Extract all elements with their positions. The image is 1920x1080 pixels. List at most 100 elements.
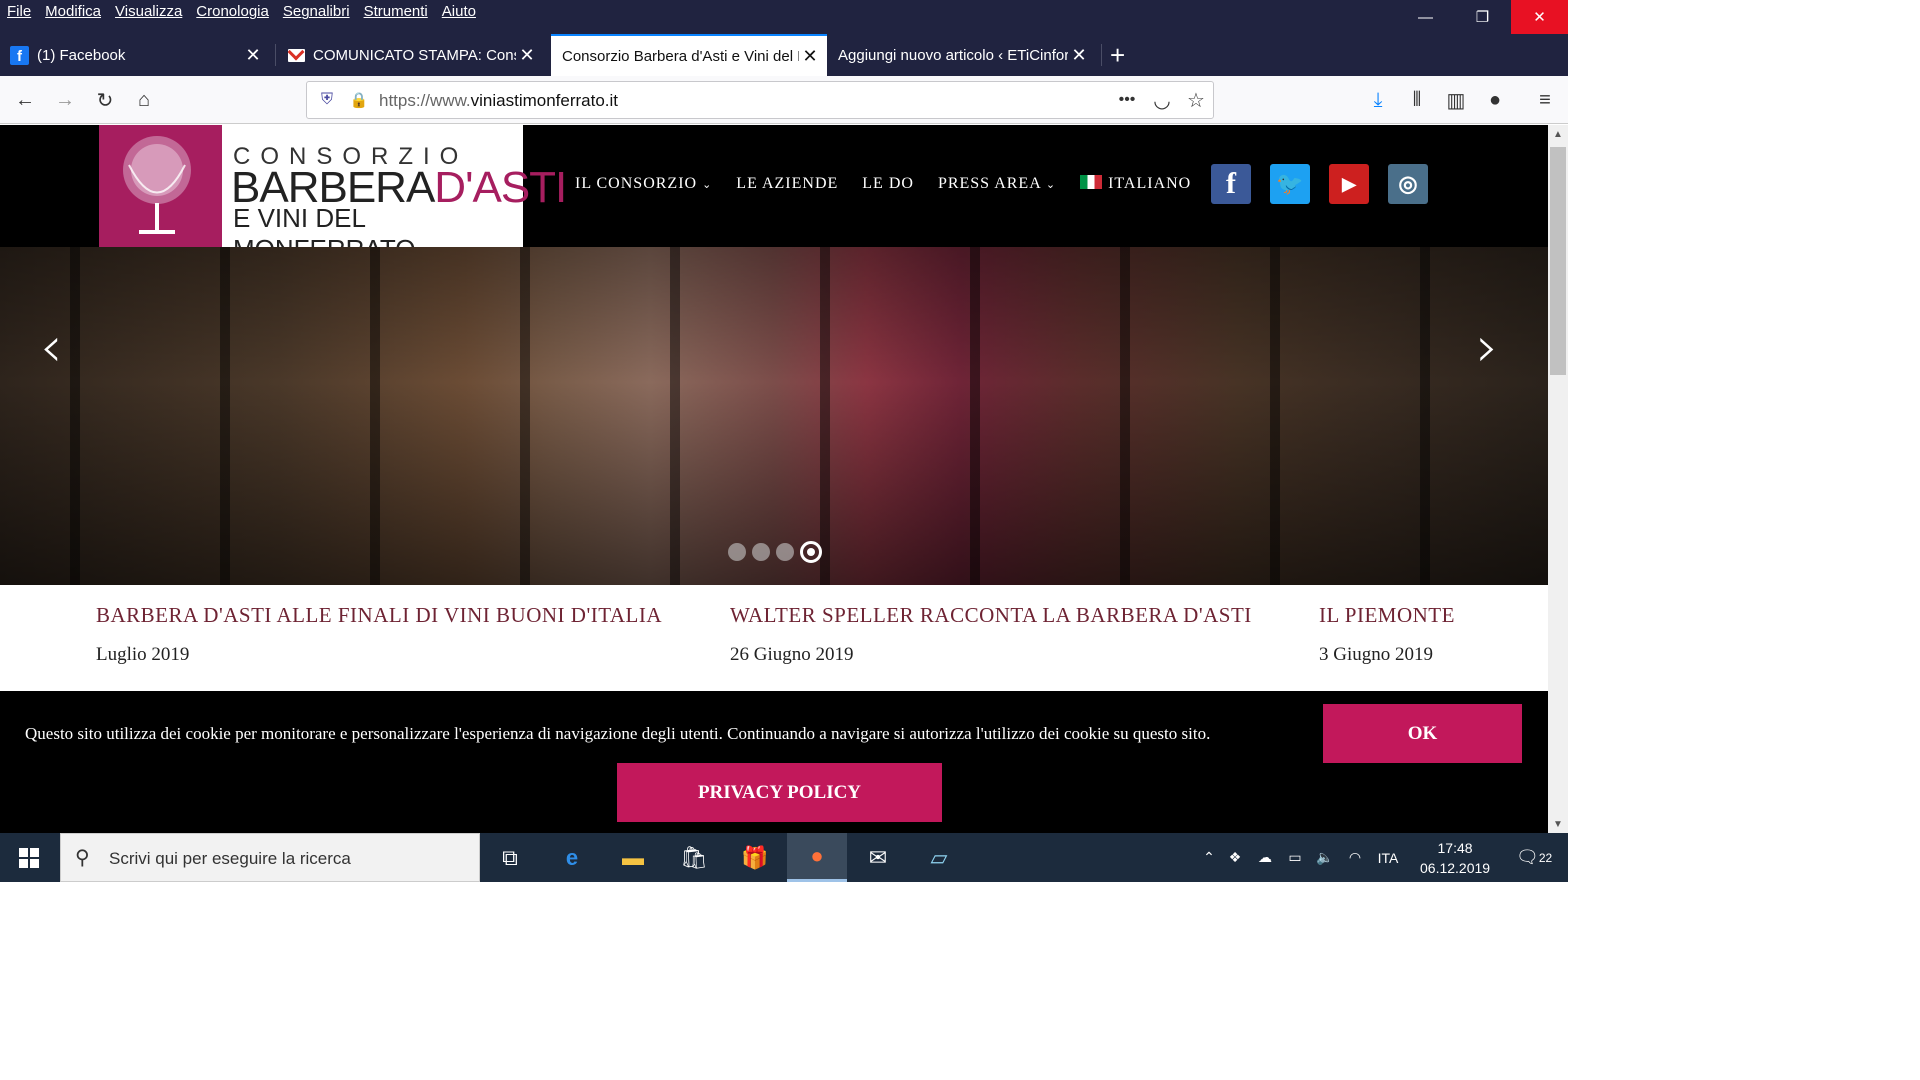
nav-press-area[interactable]: PRESS AREA ⌄ [938, 175, 1056, 193]
dropbox-icon[interactable]: ❖ [1220, 849, 1250, 866]
news-title[interactable]: IL PIEMONTE [1319, 603, 1455, 628]
menu-cronologia[interactable]: Cronologia [196, 3, 269, 20]
chevron-down-icon: ⌄ [1045, 179, 1057, 191]
youtube-icon[interactable]: ▶ [1329, 164, 1369, 204]
site-logo[interactable]: CONSORZIO BARBERAD'ASTI E VINI DEL MONFE… [99, 125, 567, 264]
facebook-favicon-icon: f [10, 45, 29, 65]
cookie-banner: Questo sito utilizza dei cookie per moni… [0, 691, 1548, 833]
language-indicator[interactable]: ITA [1370, 850, 1406, 866]
taskbar-clock[interactable]: 17:48 06.12.2019 [1420, 838, 1490, 878]
battery-icon[interactable]: ▭ [1280, 849, 1310, 866]
nav-language[interactable]: ITALIANO [1080, 175, 1191, 193]
page-scrollbar[interactable]: ▲ ▼ [1548, 125, 1568, 833]
tab-label: Aggiungi nuovo articolo ‹ ETiCinform [838, 46, 1068, 64]
menu-aiuto[interactable]: Aiuto [442, 3, 476, 20]
library-icon[interactable]: ⫴ [1403, 86, 1431, 114]
slider-dot[interactable] [752, 543, 770, 561]
volume-icon[interactable]: 🔈 [1310, 849, 1340, 866]
tab-bar: f (1) Facebook ✕ COMUNICATO STAMPA: Cons… [0, 34, 1568, 76]
menu-strumenti[interactable]: Strumenti [364, 3, 428, 20]
news-item[interactable]: BARBERA D'ASTI ALLE FINALI DI VINI BUONI… [96, 603, 662, 666]
slider-dots [728, 541, 822, 563]
chevron-down-icon: ⌄ [702, 179, 713, 191]
close-window-button[interactable]: ✕ [1511, 0, 1568, 34]
cookie-text: Questo sito utilizza dei cookie per moni… [25, 724, 1211, 743]
downloads-icon[interactable]: ⤓ [1364, 86, 1392, 114]
privacy-policy-button[interactable]: PRIVACY POLICY [617, 763, 942, 822]
edge-icon[interactable]: e [542, 833, 602, 882]
pocket-icon[interactable]: ◡ [1148, 86, 1176, 114]
taskbar: ⚲ Scrivi qui per eseguire la ricerca ⧉ e… [0, 833, 1568, 882]
url-text[interactable]: https://www.viniastimonferrato.it [379, 91, 618, 111]
notification-center-icon[interactable]: 🗨 22 [1516, 833, 1552, 882]
restore-button[interactable]: ❐ [1454, 0, 1511, 34]
tracking-shield-icon[interactable]: ⛨ [313, 86, 341, 114]
account-icon[interactable]: ● [1481, 86, 1509, 114]
nav-le-aziende[interactable]: LE AZIENDE [736, 175, 838, 193]
nav-le-do[interactable]: LE DO [862, 175, 914, 193]
tab-consorzio[interactable]: Consorzio Barbera d'Asti e Vini del Monf… [551, 34, 827, 76]
task-view-icon[interactable]: ⧉ [480, 833, 540, 882]
hamburger-menu-icon[interactable]: ≡ [1531, 86, 1559, 114]
tab-comunicato[interactable]: COMUNICATO STAMPA: Consorzio ✕ [288, 34, 542, 76]
forward-icon[interactable]: → [51, 86, 79, 114]
tray-expand-icon[interactable]: ⌃ [1198, 849, 1220, 866]
clock-date: 06.12.2019 [1420, 860, 1491, 876]
slider-dot[interactable] [776, 543, 794, 561]
firefox-icon[interactable]: ● [787, 833, 847, 882]
twitter-icon[interactable]: 🐦 [1270, 164, 1310, 204]
slider-next-icon[interactable]: › [1476, 315, 1498, 380]
home-icon[interactable]: ⌂ [130, 86, 158, 114]
slider-prev-icon[interactable]: ‹ [40, 315, 62, 380]
italy-flag-icon [1080, 175, 1103, 189]
slider-dot[interactable] [800, 541, 822, 563]
tab-facebook[interactable]: f (1) Facebook ✕ [10, 34, 268, 76]
news-item[interactable]: WALTER SPELLER RACCONTA LA BARBERA D'AST… [730, 603, 1252, 666]
bookmark-star-icon[interactable]: ☆ [1182, 86, 1210, 114]
scroll-down-icon[interactable]: ▼ [1548, 815, 1568, 833]
mail-icon[interactable]: ✉ [848, 833, 908, 882]
tab-label: (1) Facebook [37, 46, 126, 64]
store-icon[interactable]: 🛍 [664, 833, 724, 882]
notification-count: 22 [1538, 850, 1553, 865]
news-title[interactable]: BARBERA D'ASTI ALLE FINALI DI VINI BUONI… [96, 603, 662, 628]
tab-label: Consorzio Barbera d'Asti e Vini del Monf… [562, 47, 799, 65]
web-page: CONSORZIO BARBERAD'ASTI E VINI DEL MONFE… [0, 125, 1548, 833]
page-actions-icon[interactable]: ••• [1113, 86, 1141, 114]
gift-app-icon[interactable]: 🎁 [725, 833, 785, 882]
instagram-icon[interactable]: ◎ [1388, 164, 1428, 204]
onedrive-icon[interactable]: ☁ [1250, 849, 1280, 866]
back-icon[interactable]: ← [11, 86, 39, 114]
minimize-button[interactable]: — [1397, 0, 1454, 34]
taskbar-search[interactable]: ⚲ Scrivi qui per eseguire la ricerca [60, 833, 480, 882]
nav-il-consorzio[interactable]: IL CONSORZIO ⌄ [575, 175, 712, 193]
site-header: CONSORZIO BARBERAD'ASTI E VINI DEL MONFE… [0, 125, 1548, 264]
close-tab-icon[interactable]: ✕ [799, 46, 821, 67]
url-bar[interactable]: ⛨ 🔒 https://www.viniastimonferrato.it ••… [306, 81, 1214, 119]
news-item[interactable]: IL PIEMONTE 3 Giugno 2019 [1319, 603, 1455, 666]
news-title[interactable]: WALTER SPELLER RACCONTA LA BARBERA D'AST… [730, 603, 1252, 628]
news-date: 3 Giugno 2019 [1319, 644, 1433, 665]
new-tab-button[interactable]: + [1110, 34, 1125, 76]
slider-dot[interactable] [728, 543, 746, 561]
menu-modifica[interactable]: Modifica [45, 3, 101, 20]
sidebar-icon[interactable]: ▥ [1442, 86, 1470, 114]
facebook-icon[interactable]: f [1211, 164, 1251, 204]
cookie-ok-button[interactable]: OK [1323, 704, 1522, 763]
menu-file[interactable]: File [7, 3, 31, 20]
tab-label: COMUNICATO STAMPA: Consorzio [313, 46, 516, 64]
scroll-thumb[interactable] [1550, 147, 1566, 375]
lock-icon[interactable]: 🔒 [345, 86, 373, 114]
close-tab-icon[interactable]: ✕ [242, 45, 264, 66]
file-explorer-icon[interactable]: ▬ [603, 833, 663, 882]
reload-icon[interactable]: ↻ [91, 86, 119, 114]
tab-eticinform[interactable]: Aggiungi nuovo articolo ‹ ETiCinform ✕ [838, 34, 1094, 76]
close-tab-icon[interactable]: ✕ [516, 45, 538, 66]
scroll-up-icon[interactable]: ▲ [1548, 125, 1568, 143]
notepad-app-icon[interactable]: ▱ [909, 833, 969, 882]
network-icon[interactable]: ◠ [1340, 849, 1370, 866]
close-tab-icon[interactable]: ✕ [1068, 45, 1090, 66]
menu-segnalibri[interactable]: Segnalibri [283, 3, 350, 20]
menu-visualizza[interactable]: Visualizza [115, 3, 182, 20]
windows-start-icon[interactable] [0, 833, 58, 882]
